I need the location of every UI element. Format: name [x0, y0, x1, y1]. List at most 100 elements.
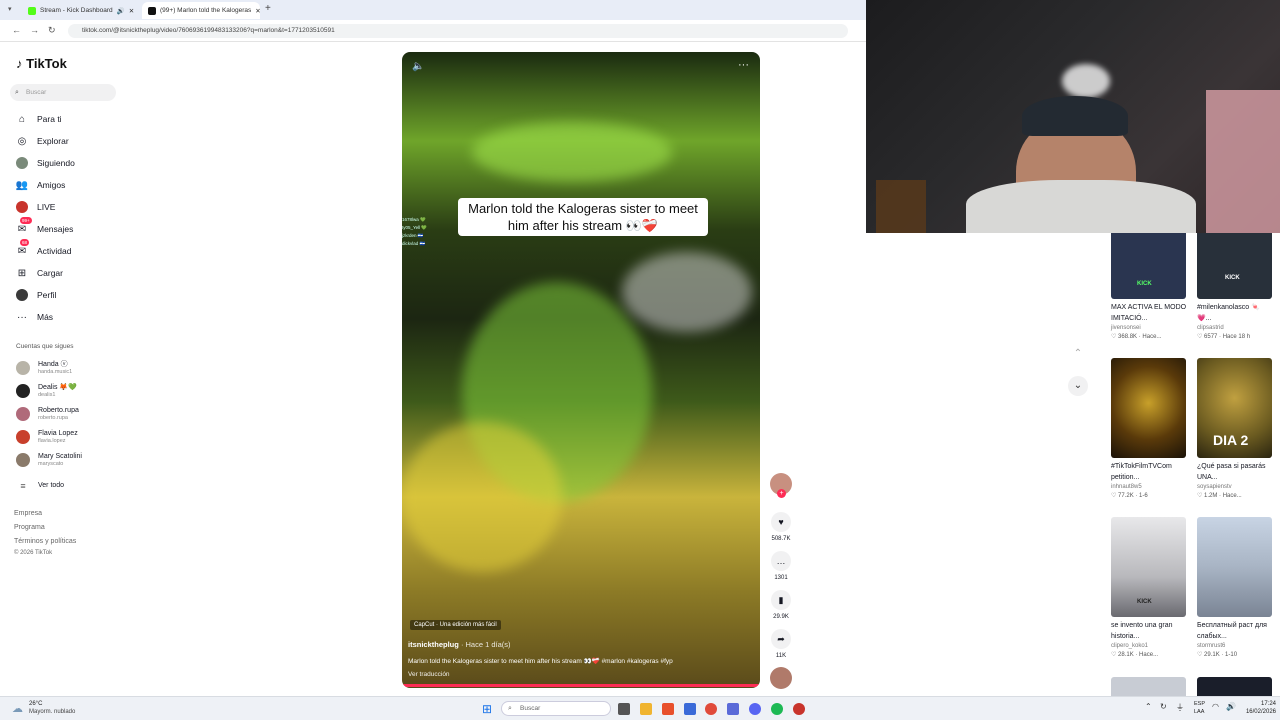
rec-title: MAX ACTIVA EL MODO IMITACIÓ... [1111, 304, 1187, 322]
spotify-icon[interactable] [771, 703, 783, 715]
account-handle: flavia.lopez [38, 437, 66, 444]
recommendation-card[interactable]: Бесплатный раст для слабых... stormrust6… [1197, 517, 1273, 660]
tab-close-icon[interactable]: ✕ [129, 7, 134, 15]
usb-icon[interactable]: ⏚ [1176, 702, 1184, 713]
rec-user: jivensonsei [1111, 325, 1141, 331]
forward-icon[interactable]: → [30, 25, 39, 35]
video-chat-overlay: 1678lwa 💚 ty05_Yell 💚 jzkrden 🇸🇻 dickvla… [402, 216, 450, 248]
teams-icon[interactable] [727, 703, 739, 715]
save-button[interactable]: ▮ 29.9K [768, 590, 794, 620]
capcut-tag[interactable]: CapCut · Una edición más fácil [410, 620, 501, 630]
following-account[interactable]: Dealis 🦊💚 dealis1 [16, 381, 77, 401]
nav-label: Actividad [37, 246, 72, 256]
windows-start-icon[interactable]: ⊞ [482, 702, 492, 716]
chrome-icon[interactable] [705, 703, 717, 715]
nav-live[interactable]: LIVE [16, 200, 55, 214]
search-input[interactable]: ⌕ Buscar [10, 84, 116, 101]
tab-tiktok-video[interactable]: (99+) Marlon told the Kalogeras ✕ [142, 2, 260, 19]
nav-amigos[interactable]: 👥 Amigos [16, 178, 66, 192]
rec-user: clipero_koko1 [1111, 643, 1149, 649]
sync-icon[interactable]: ↻ [1160, 702, 1167, 711]
tiktok-favicon-icon [148, 6, 156, 15]
footer-terminos[interactable]: Términos y políticas [14, 538, 76, 545]
tiktok-note-icon: ♪ [16, 56, 23, 71]
following-account[interactable]: Roberto.rupa roberto.rupa [16, 404, 79, 424]
language-indicator[interactable]: ESP [1194, 701, 1205, 707]
wifi-icon[interactable]: ◠ [1212, 702, 1219, 711]
scroll-up-icon[interactable]: ⌃ [1068, 344, 1088, 364]
speaker-icon[interactable]: 🔊 [117, 7, 125, 15]
file-explorer-icon[interactable] [640, 703, 652, 715]
video-player[interactable]: 🔈 ··· 1678lwa 💚 ty05_Yell 💚 jzkrden 🇸🇻 d… [402, 52, 760, 688]
nav-actividad[interactable]: ✉ 68 Actividad [16, 239, 72, 258]
translate-link[interactable]: Ver traducción [408, 671, 450, 678]
nav-explorar[interactable]: ◎ Explorar [16, 134, 69, 148]
url-field[interactable]: tiktok.com/@itsnicktheplug/video/7606936… [68, 24, 848, 38]
tiktok-logo[interactable]: ♪ TikTok [16, 56, 67, 71]
weather-cloud-icon[interactable]: ☁ [12, 702, 23, 715]
recommendation-card[interactable]: #TikTokFilmTVCom petition... inhnaut8w5 … [1111, 358, 1187, 501]
music-disc-avatar[interactable] [770, 667, 792, 689]
calendar-app-icon[interactable] [684, 703, 696, 715]
recommendation-card[interactable]: KICK se invento una gran historia... cli… [1111, 517, 1187, 660]
volume-icon[interactable]: 🔊 [1226, 702, 1236, 711]
kick-favicon-icon [28, 6, 36, 15]
video-progress-bar[interactable] [402, 684, 760, 687]
app-icon[interactable] [793, 703, 805, 715]
tray-chevron-icon[interactable]: ⌃ [1145, 702, 1152, 711]
rec-thumbnail-partial[interactable] [1111, 677, 1186, 696]
following-account[interactable]: Flavia Lopez flavia.lopez [16, 427, 78, 447]
tab-close-icon[interactable]: ✕ [255, 7, 260, 15]
follow-plus-icon[interactable]: + [777, 489, 786, 498]
nav-cargar[interactable]: ⊞ Cargar [16, 266, 63, 280]
footer-programa[interactable]: Programa [14, 524, 45, 531]
windows-taskbar: ☁ 26°C Mayorm. nublado ⊞ ⌕ Buscar ⌃ ↻ ⏚ … [0, 696, 1280, 720]
clock-date[interactable]: 16/02/2026 [1242, 709, 1276, 715]
rec-title: #TikTokFilmTVCom petition... [1111, 463, 1172, 481]
back-icon[interactable]: ← [12, 25, 21, 35]
nav-para-ti[interactable]: ⌂ Para ti [16, 112, 62, 126]
recommendation-card[interactable]: KICK MAX ACTIVA EL MODO IMITACIÓ... jive… [1111, 233, 1187, 342]
author-handle[interactable]: itsnicktheplug [408, 640, 459, 649]
account-handle: roberto.rupa [38, 414, 68, 421]
discord-icon[interactable] [749, 703, 761, 715]
recommendation-card[interactable]: KICK #milenkanolasco 🍬💗... clipsastrid ♡… [1197, 233, 1273, 342]
nav-siguiendo[interactable]: Siguiendo [16, 156, 75, 170]
chat-line: 1678lwa 💚 [402, 217, 426, 222]
avatar [16, 430, 30, 444]
task-view-icon[interactable] [618, 703, 630, 715]
keyboard-layout: LAA [1194, 709, 1205, 715]
account-handle: dealis1 [38, 391, 56, 398]
rec-thumbnail [1111, 358, 1186, 458]
brave-browser-icon[interactable] [662, 703, 674, 715]
like-button[interactable]: ♥ 508.7K [768, 512, 794, 542]
rec-user: soysapienstv [1197, 484, 1232, 490]
rec-thumbnail-partial[interactable] [1197, 677, 1272, 696]
tab-kick-dashboard[interactable]: Stream - Kick Dashboard 🔊 ✕ [22, 2, 140, 19]
nav-mensajes[interactable]: ✉ 99+ Mensajes [16, 217, 73, 236]
clock-time[interactable]: 17:24 [1242, 701, 1276, 707]
chat-line: jzkrden 🇸🇻 [402, 233, 424, 238]
share-button[interactable]: ➦ 11K [768, 629, 794, 659]
following-account[interactable]: Handa ⓥ handa.music1 [16, 358, 72, 378]
video-background-light [622, 252, 752, 332]
scroll-down-icon[interactable]: ⌄ [1068, 376, 1088, 396]
author-avatar[interactable]: + [770, 473, 792, 498]
taskbar-search[interactable]: ⌕ Buscar [501, 701, 611, 716]
nav-perfil[interactable]: Perfil [16, 288, 56, 302]
following-account[interactable]: Mary Scatolini maryscato [16, 450, 82, 470]
more-options-icon[interactable]: ··· [738, 59, 749, 71]
see-all-link[interactable]: ≡ Ver todo [16, 476, 64, 496]
volume-icon[interactable]: 🔈 [412, 61, 424, 72]
rec-title: #milenkanolasco 🍬💗... [1197, 304, 1260, 322]
comment-button[interactable]: … 1301 [768, 551, 794, 581]
nav-mas[interactable]: ··· Más [16, 310, 53, 324]
reload-icon[interactable]: ↻ [48, 25, 56, 36]
tab-list-icon[interactable]: ▾ [8, 5, 12, 13]
account-name: Handa ⓥ [38, 360, 68, 368]
new-tab-button[interactable]: + [265, 3, 271, 14]
browser-tab-bar: ▾ Stream - Kick Dashboard 🔊 ✕ (99+) Marl… [0, 0, 866, 20]
tab-title: Stream - Kick Dashboard [40, 7, 113, 14]
footer-empresa[interactable]: Empresa [14, 510, 42, 517]
recommendation-card[interactable]: DIA 2 ¿Qué pasa si pasarás UNA... soysap… [1197, 358, 1273, 501]
